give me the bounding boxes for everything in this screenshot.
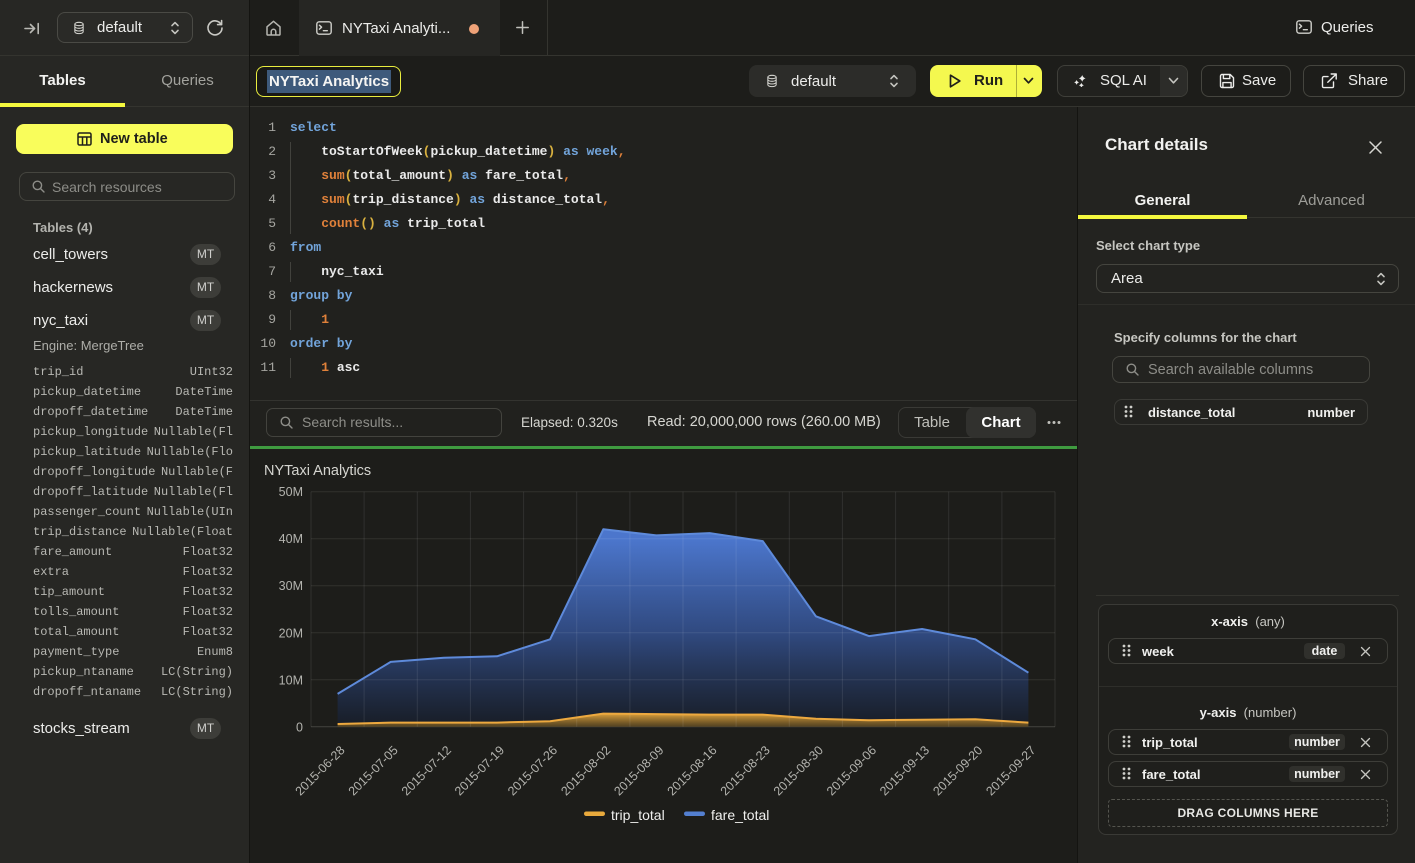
svg-text:2015-07-19: 2015-07-19 [452, 743, 507, 798]
svg-text:2015-09-13: 2015-09-13 [877, 743, 932, 798]
svg-text:trip_total: trip_total [611, 807, 665, 823]
svg-text:2015-09-06: 2015-09-06 [824, 743, 879, 798]
svg-text:30M: 30M [279, 579, 303, 593]
svg-text:fare_total: fare_total [711, 807, 769, 823]
svg-text:2015-08-16: 2015-08-16 [665, 743, 720, 798]
svg-text:20M: 20M [279, 626, 303, 640]
svg-text:2015-07-05: 2015-07-05 [346, 743, 401, 798]
svg-text:2015-09-20: 2015-09-20 [930, 743, 985, 798]
svg-text:2015-09-27: 2015-09-27 [983, 743, 1038, 798]
svg-text:2015-07-26: 2015-07-26 [505, 743, 560, 798]
svg-text:0: 0 [296, 720, 303, 734]
svg-text:2015-08-02: 2015-08-02 [558, 743, 613, 798]
svg-text:40M: 40M [279, 532, 303, 546]
svg-text:2015-08-30: 2015-08-30 [771, 743, 826, 798]
svg-text:50M: 50M [279, 485, 303, 499]
svg-text:2015-07-12: 2015-07-12 [399, 743, 454, 798]
svg-text:NYTaxi Analytics: NYTaxi Analytics [264, 463, 371, 479]
svg-text:2015-08-09: 2015-08-09 [611, 743, 666, 798]
svg-text:2015-08-23: 2015-08-23 [718, 743, 773, 798]
svg-text:10M: 10M [279, 673, 303, 687]
svg-text:2015-06-28: 2015-06-28 [293, 743, 348, 798]
